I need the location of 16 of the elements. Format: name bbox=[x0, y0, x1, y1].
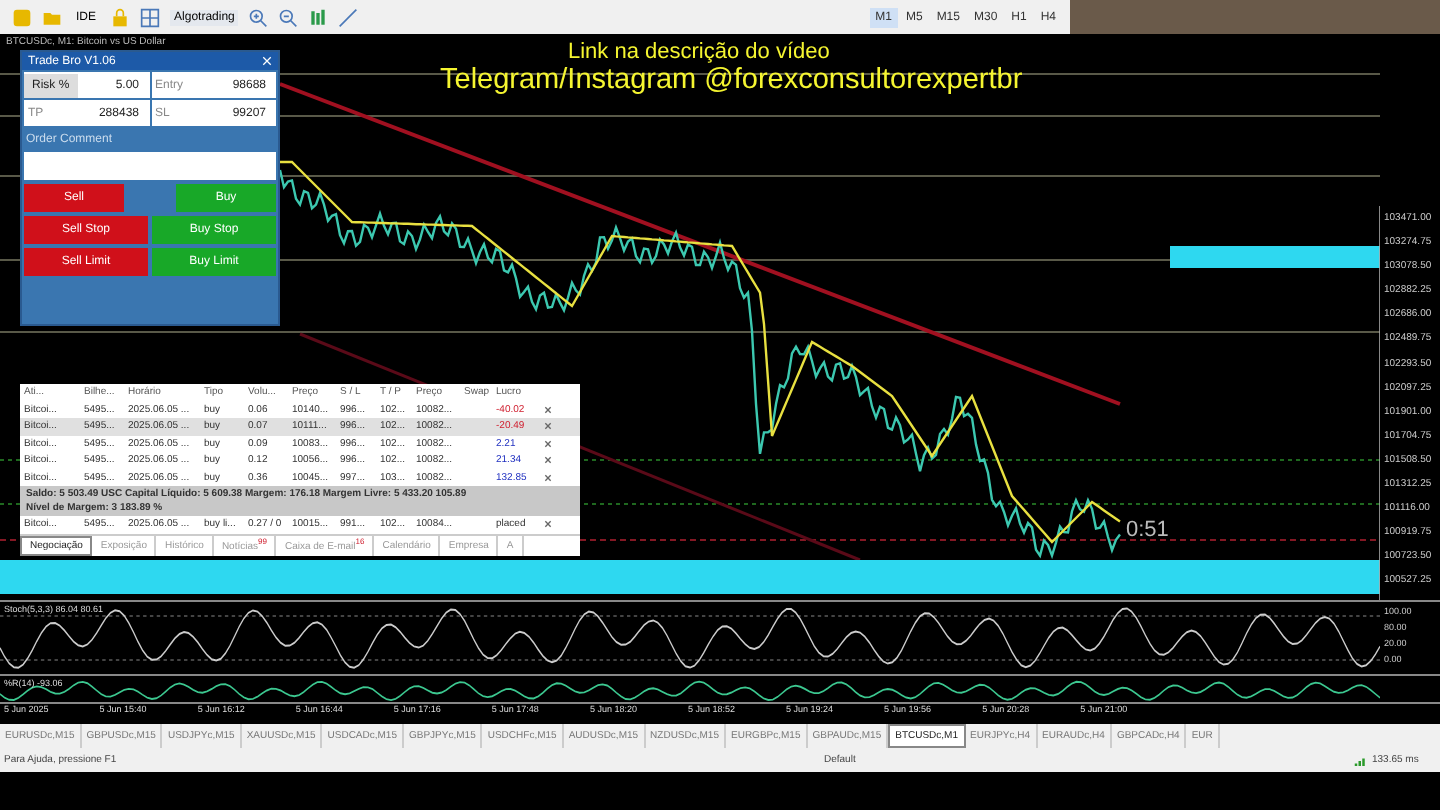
trendline-icon[interactable] bbox=[338, 7, 359, 27]
overlay-text: Link na descrição do vídeo bbox=[568, 40, 830, 64]
zoom-out-icon[interactable] bbox=[278, 7, 299, 27]
signal-icon bbox=[1354, 755, 1368, 765]
close-icon[interactable] bbox=[544, 456, 552, 465]
close-icon[interactable] bbox=[544, 439, 552, 448]
grid-icon[interactable] bbox=[140, 7, 161, 27]
countdown-timer: 0:51 bbox=[1126, 518, 1169, 542]
zoom-in-icon[interactable] bbox=[248, 7, 269, 27]
overlay-text: Telegram/Instagram @forexconsultorexpertbr bbox=[440, 64, 1023, 96]
close-icon[interactable] bbox=[544, 473, 552, 482]
candles-icon[interactable] bbox=[308, 7, 329, 27]
close-icon[interactable] bbox=[544, 405, 552, 414]
close-icon[interactable] bbox=[544, 422, 552, 431]
close-icon[interactable] bbox=[544, 520, 552, 529]
comment-field[interactable] bbox=[24, 152, 276, 180]
